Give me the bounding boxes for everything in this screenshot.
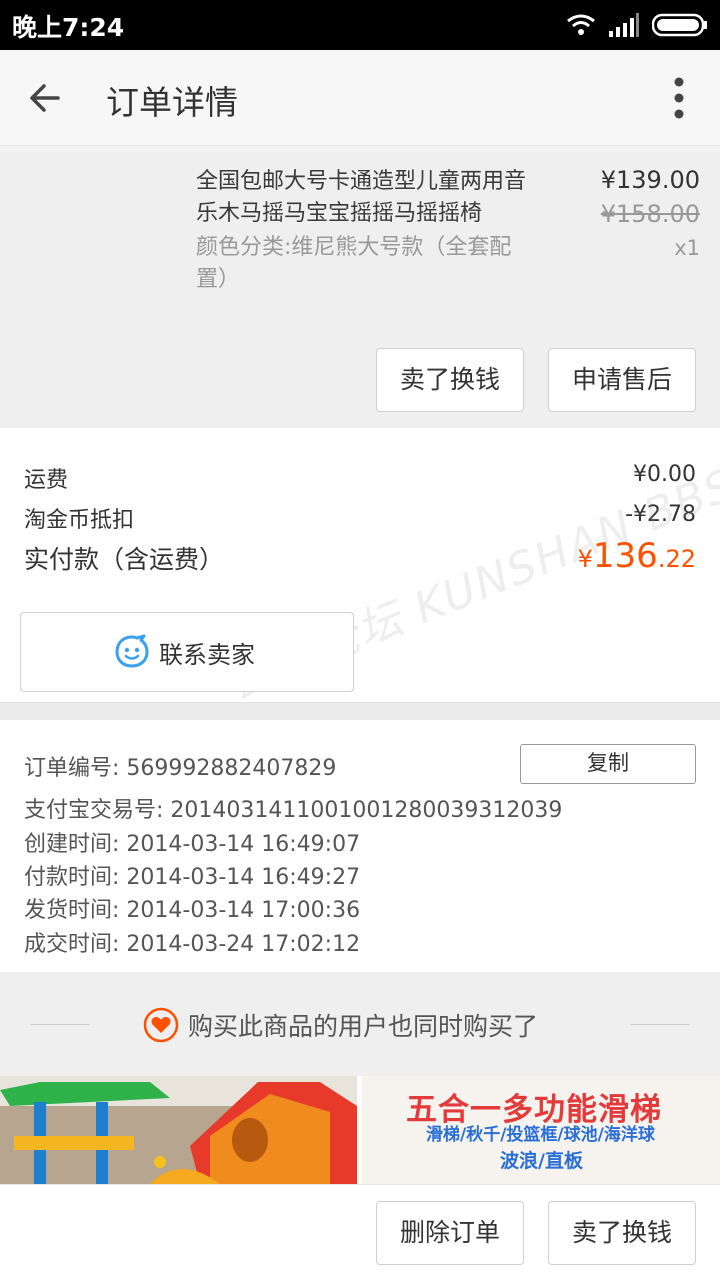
freight-label: 运费: [24, 468, 69, 493]
product-variant: 颜色分类:维尼熊大号款（全套配置）: [196, 235, 512, 292]
order-info: 订单编号: 569992882407829 复制 支付宝交易号: 2014031…: [0, 720, 720, 972]
status-bar: 晚上7:24: [0, 0, 720, 50]
bottom-action-bar: 删除订单 卖了换钱: [0, 1184, 720, 1280]
contact-seller-label: 联系卖家: [159, 640, 255, 669]
heart-icon: [143, 1007, 179, 1043]
recommend-title-group: 购买此商品的用户也同时购买了: [142, 1006, 538, 1044]
recommend-header: 购买此商品的用户也同时购买了: [0, 972, 720, 1076]
paid-decimal: .22: [657, 545, 696, 573]
order-number: 569992882407829: [126, 756, 337, 781]
divider-line-left: [30, 1024, 90, 1025]
back-arrow-icon[interactable]: [22, 76, 72, 120]
alipay-number: 2014031411001001280039312039: [170, 798, 563, 823]
chat-bubble-icon: [115, 634, 149, 668]
paid-time-row: 付款时间: 2014-03-14 16:49:27: [24, 859, 360, 891]
contact-seller-button[interactable]: 联系卖家: [20, 612, 354, 692]
order-number-label: 订单编号:: [24, 756, 120, 781]
created-row: 创建时间: 2014-03-14 16:49:07: [24, 826, 360, 858]
closed-time: 2014-03-24 17:02:12: [126, 932, 361, 957]
wifi-icon: [567, 14, 595, 35]
divider-line-right: [630, 1024, 690, 1025]
section-divider: [0, 702, 720, 720]
alipay-row: 支付宝交易号: 2014031411001001280039312039: [24, 792, 562, 824]
delete-order-button[interactable]: 删除订单: [376, 1201, 524, 1265]
recommended-product-1[interactable]: [0, 1076, 357, 1184]
paid-time: 2014-03-14 16:49:27: [126, 865, 361, 890]
signal-icon: [609, 13, 639, 37]
recommended-product-2[interactable]: 五合一多功能滑梯 滑梯/秋千/投篮框/球池/海洋球 波浪/直板: [362, 1076, 720, 1184]
status-icons: [566, 12, 708, 38]
order-number-row: 订单编号: 569992882407829: [24, 750, 336, 782]
paid-time-label: 付款时间:: [24, 865, 120, 890]
coin-label: 淘金币抵扣: [24, 508, 135, 533]
playhouse-image: [0, 1076, 357, 1184]
battery-icon: [652, 13, 707, 37]
created-label: 创建时间:: [24, 832, 120, 857]
shipped-time: 2014-03-14 17:00:36: [126, 898, 361, 923]
contact-seller-content: 联系卖家: [113, 633, 255, 671]
price-original: ¥158.00: [600, 200, 700, 228]
quantity: x1: [674, 236, 700, 260]
price-current: ¥139.00: [600, 166, 700, 194]
copy-button[interactable]: 复制: [520, 744, 696, 784]
more-vertical-icon[interactable]: [664, 74, 694, 122]
product-thumbnail[interactable]: [22, 166, 178, 322]
closed-row: 成交时间: 2014-03-24 17:02:12: [24, 926, 360, 958]
paid-label: 实付款（含运费）: [24, 545, 225, 574]
recommended-product-2-features: 滑梯/秋千/投篮框/球池/海洋球: [426, 1125, 655, 1145]
shipped-label: 发货时间:: [24, 898, 120, 923]
recommend-title: 购买此商品的用户也同时购买了: [188, 1012, 539, 1041]
page-title: 订单详情: [106, 83, 238, 122]
payment-summary: 运费 ¥0.00 淘金币抵扣 -¥2.78 实付款（含运费） ¥136.22 昆…: [0, 428, 720, 709]
app-bar: 订单详情: [0, 50, 720, 146]
alipay-label: 支付宝交易号:: [24, 798, 164, 823]
product-name: 全国包邮大号卡通造型儿童两用音乐木马摇马宝宝摇摇马摇摇椅: [196, 169, 527, 226]
product-card[interactable]: 全国包邮大号卡通造型儿童两用音乐木马摇马宝宝摇摇马摇摇椅 颜色分类:维尼熊大号款…: [0, 152, 720, 428]
created-time: 2014-03-14 16:49:07: [126, 832, 361, 857]
after-sale-button[interactable]: 申请售后: [548, 348, 696, 412]
recommended-products: 五合一多功能滑梯 滑梯/秋千/投篮框/球池/海洋球 波浪/直板: [0, 1076, 720, 1184]
closed-label: 成交时间:: [24, 932, 120, 957]
shipped-row: 发货时间: 2014-03-14 17:00:36: [24, 892, 360, 924]
status-time: 晚上7:24: [12, 13, 125, 42]
sell-for-cash-button[interactable]: 卖了换钱: [376, 348, 524, 412]
freight-row: 运费 ¥0.00: [24, 462, 696, 494]
sell-for-cash-bottom-button[interactable]: 卖了换钱: [548, 1201, 696, 1265]
recommended-product-2-styles: 波浪/直板: [500, 1150, 583, 1172]
